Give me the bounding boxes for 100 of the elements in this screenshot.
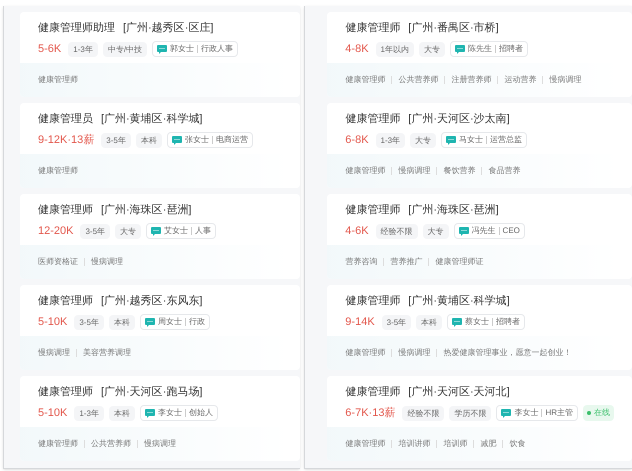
- skill-tag: 饮食: [509, 438, 526, 450]
- salary: 5-10K: [38, 406, 68, 421]
- job-card[interactable]: 健康管理师 [广州·番禺区·市桥] 4-8K 1年以内 大专 陈先生 招聘者 健康管理师 公共营养师 注册营养师 运动营养 慢病调理: [327, 12, 632, 97]
- salary: 5-6K: [38, 42, 62, 57]
- skill-tag: 医师资格证: [38, 256, 78, 268]
- requirement-tag: 3-5年: [382, 314, 412, 330]
- recruiter-chip[interactable]: 陈先生 招聘者: [450, 41, 528, 57]
- job-card[interactable]: 健康管理师 [广州·越秀区·东风东] 5-10K 3-5年 本科 周女士 行政 慢病调理 美容营养调理: [20, 285, 300, 370]
- recruiter-chip[interactable]: 艾女士 人事: [146, 223, 216, 239]
- skill-tag: 公共营养师: [398, 74, 438, 86]
- recruiter-chip[interactable]: 郭女士 行政人事: [152, 41, 238, 57]
- skill-tag: 健康管理师: [345, 347, 386, 359]
- job-card[interactable]: 健康管理师 [广州·黄埔区·科学城] 9-14K 3-5年 本科 蔡女士 招聘者 健康管理师 慢病调理 热爱健康管理事业，愿意一起创业！: [327, 285, 632, 370]
- skill-tag: 注册营养师: [451, 74, 492, 86]
- job-card[interactable]: 健康管理师 [广州·天河区·跑马场] 5-10K 1-3年 本科 李女士 创始人 健康管理师 公共营养师 慢病调理: [20, 376, 300, 461]
- skill-tag: 食品营养: [488, 165, 520, 177]
- requirement-tag: 1-3年: [68, 42, 98, 56]
- requirement-tag: 本科: [108, 314, 135, 330]
- salary: 4-8K: [345, 42, 369, 57]
- recruiter-chip[interactable]: 张女士 电商运营: [166, 132, 253, 148]
- salary: 9-14K: [345, 315, 375, 330]
- job-card[interactable]: 健康管理师 [广州·海珠区·琶洲] 4-6K 经验不限 大专 冯先生 CEO 营养咨询 营养推广 健康管理师证: [327, 194, 632, 279]
- chat-icon: [455, 44, 465, 54]
- job-title: 健康管理师: [38, 202, 93, 218]
- job-location: [广州·海珠区·琶洲]: [101, 202, 192, 218]
- requirement-tag: 1-3年: [74, 406, 104, 420]
- requirement-tag: 3-5年: [80, 224, 110, 238]
- job-location: [广州·黄埔区·科学城]: [101, 112, 202, 127]
- skill-tag: 美容营养调理: [83, 347, 131, 359]
- job-location: [广州·黄埔区·科学城]: [408, 294, 510, 309]
- chat-icon: [172, 136, 182, 144]
- chat-icon: [501, 408, 512, 418]
- skill-tag: 健康管理师: [38, 165, 78, 177]
- requirement-tag: 3-5年: [74, 314, 104, 330]
- requirement-tag: 大专: [410, 132, 436, 148]
- skill-tag: 健康管理师: [345, 438, 386, 450]
- job-location: [广州·天河区·天河北]: [408, 384, 510, 400]
- chat-icon: [144, 318, 155, 326]
- job-card[interactable]: 健康管理师 [广州·天河区·天河北] 6-7K·13薪 经验不限 学历不限 李女士 HR主管 在线 健康管理师 培训讲师 培训师 减肥 饮食: [327, 376, 632, 461]
- job-location: [广州·天河区·沙太南]: [408, 112, 510, 127]
- recruiter-chip[interactable]: 李女士 HR主管: [496, 405, 578, 421]
- requirement-tag: 本科: [108, 406, 135, 420]
- skill-tag: 健康管理师: [345, 165, 386, 177]
- skill-tag: 减肥: [480, 438, 496, 450]
- job-title: 健康管理师: [345, 20, 400, 36]
- job-location: [广州·越秀区·东风东]: [101, 294, 202, 309]
- job-title: 健康管理师: [38, 294, 93, 309]
- requirement-tag: 大专: [115, 224, 142, 238]
- job-card[interactable]: 健康管理师 [广州·海珠区·琶洲] 12-20K 3-5年 大专 艾女士 人事 医师资格证 慢病调理: [20, 194, 300, 279]
- chat-icon: [157, 44, 168, 54]
- chat-icon: [458, 226, 469, 236]
- job-location: [广州·番禺区·市桥]: [408, 20, 499, 36]
- recruiter-chip[interactable]: 李女士 创始人: [140, 405, 218, 421]
- skill-tag: 培训讲师: [398, 438, 430, 450]
- chat-icon: [446, 136, 456, 144]
- job-location: [广州·海珠区·琶洲]: [408, 202, 499, 218]
- recruiter-chip[interactable]: 马女士 运营总监: [441, 132, 528, 148]
- salary: 4-6K: [345, 224, 369, 239]
- job-title: 健康管理师: [38, 384, 93, 400]
- job-title: 健康管理师: [345, 294, 400, 309]
- requirement-tag: 大专: [422, 224, 449, 238]
- recruiter-chip[interactable]: 周女士 行政: [140, 314, 210, 330]
- skill-tag: 运动营养: [504, 74, 536, 86]
- job-title: 健康管理员: [38, 112, 93, 127]
- requirement-tag: 本科: [416, 314, 442, 330]
- job-card[interactable]: 健康管理师助理 [广州·越秀区·区庄] 5-6K 1-3年 中专/中技 郭女士 行政人事 健康管理师: [20, 12, 300, 97]
- salary: 6-7K·13薪: [345, 406, 396, 421]
- chat-icon: [452, 318, 462, 326]
- skill-tag: 公共营养师: [91, 438, 131, 450]
- skill-tag: 健康管理师: [38, 438, 78, 450]
- salary: 9-12K·13薪: [38, 132, 94, 148]
- job-title: 健康管理师助理: [38, 20, 115, 36]
- salary: 6-8K: [345, 133, 369, 148]
- skill-tag: 健康管理师: [38, 74, 78, 86]
- skill-tag: 慢病调理: [549, 74, 582, 86]
- recruiter-chip[interactable]: 蔡女士 招聘者: [447, 314, 526, 330]
- job-location: [广州·天河区·跑马场]: [101, 384, 202, 400]
- skill-tag: 慢病调理: [144, 438, 176, 450]
- skill-tag: 慢病调理: [38, 347, 70, 359]
- skill-tag: 餐饮营养: [443, 165, 476, 177]
- requirement-tag: 学历不限: [449, 406, 492, 420]
- recruiter-chip[interactable]: 冯先生 CEO: [454, 223, 525, 239]
- requirement-tag: 1年以内: [376, 42, 414, 56]
- skill-tag: 慢病调理: [398, 347, 430, 359]
- skill-tag: 营养咨询: [345, 256, 378, 268]
- requirement-tag: 1-3年: [376, 132, 406, 148]
- chat-icon: [151, 226, 162, 236]
- salary: 5-10K: [38, 315, 68, 330]
- requirement-tag: 大专: [419, 42, 445, 56]
- skill-tag: 健康管理师证: [435, 256, 484, 268]
- requirement-tag: 经验不限: [376, 224, 418, 238]
- requirement-tag: 3-5年: [101, 132, 131, 148]
- skill-tag: 健康管理师: [345, 74, 386, 86]
- job-title: 健康管理师: [345, 384, 400, 400]
- skill-tag: 培训师: [443, 438, 468, 450]
- job-card[interactable]: 健康管理员 [广州·黄埔区·科学城] 9-12K·13薪 3-5年 本科 张女士 电商运营 健康管理师: [20, 103, 300, 188]
- chat-icon: [144, 408, 155, 418]
- job-card[interactable]: 健康管理师 [广州·天河区·沙太南] 6-8K 1-3年 大专 马女士 运营总监 健康管理师 慢病调理 餐饮营养 食品营养: [327, 103, 632, 188]
- skill-tag: 慢病调理: [91, 256, 123, 268]
- skill-tag: 营养推广: [390, 256, 422, 268]
